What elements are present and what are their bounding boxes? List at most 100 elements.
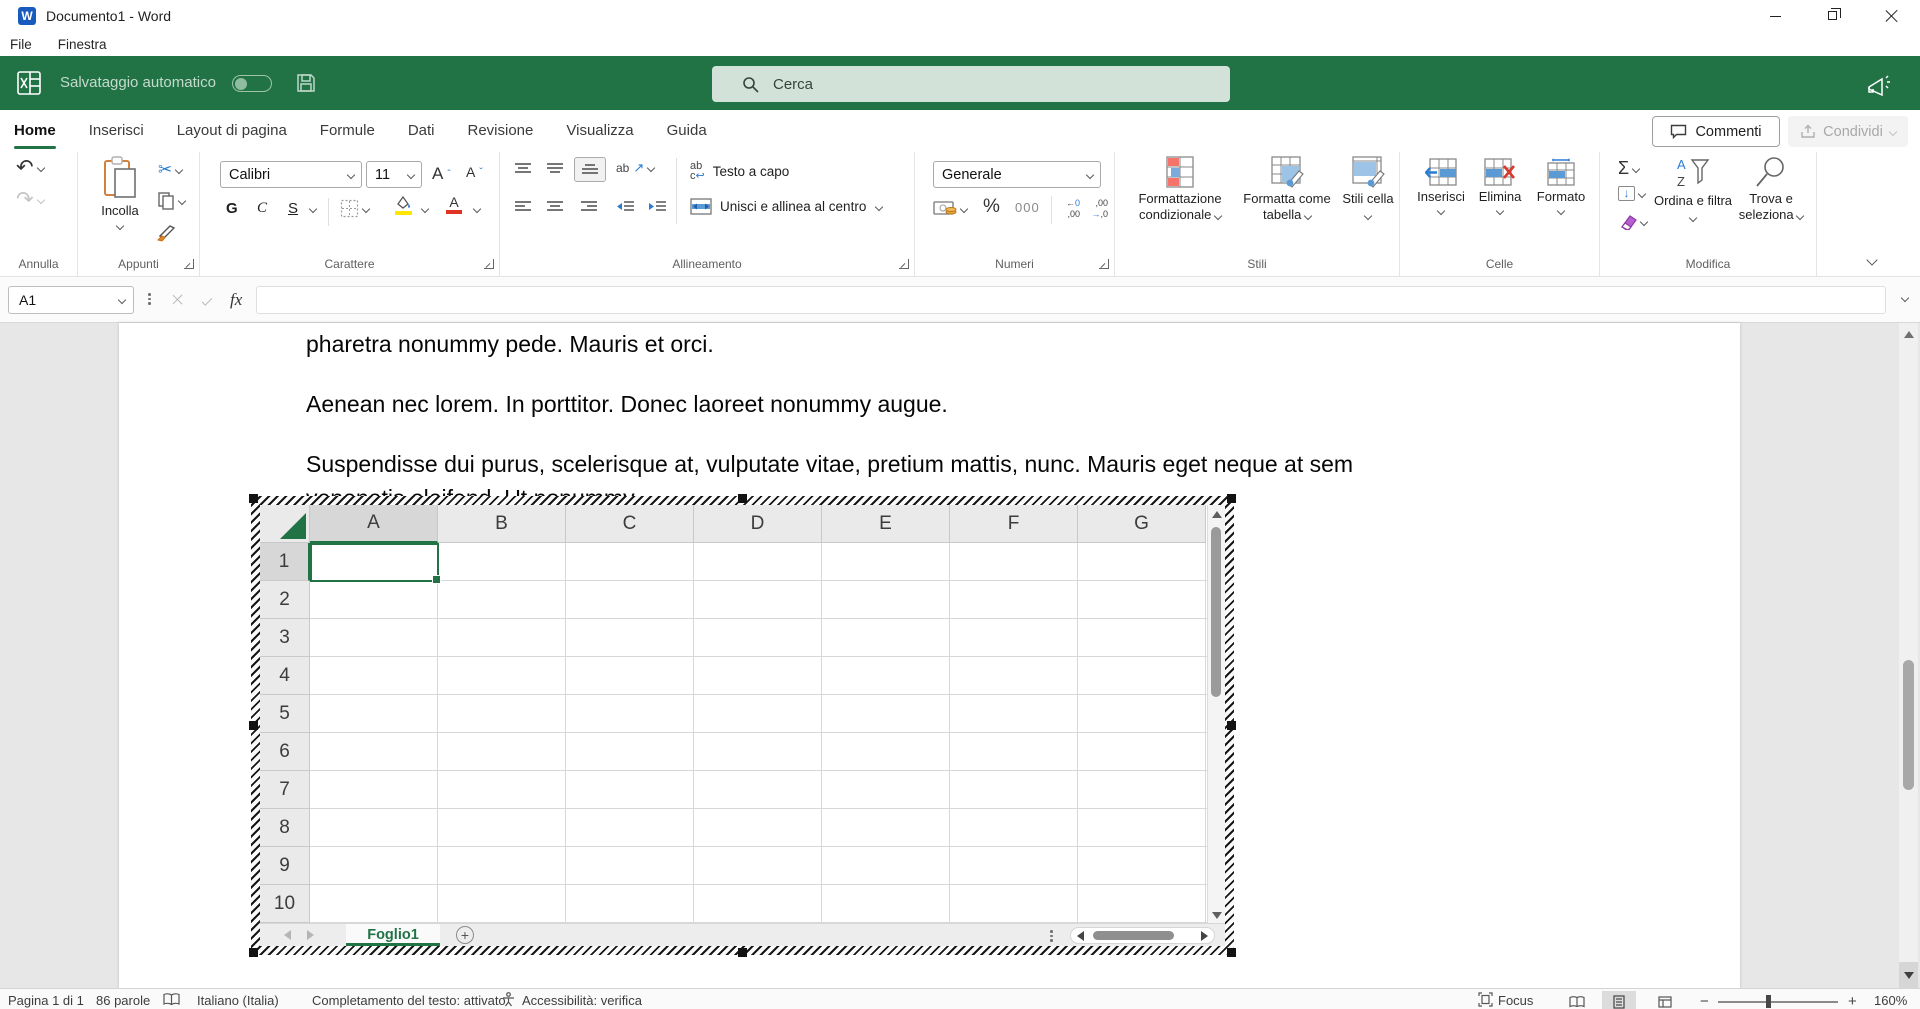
language-indicator[interactable]: Italiano (Italia)	[197, 993, 279, 1008]
row-header-5[interactable]: 5	[260, 695, 310, 733]
font-size-combo[interactable]: 11	[366, 161, 422, 188]
tab-home[interactable]: Home	[14, 110, 56, 152]
row-header-7[interactable]: 7	[260, 771, 310, 809]
sheet-vertical-scrollbar[interactable]	[1207, 505, 1225, 923]
dialog-launcher-icon[interactable]	[184, 259, 194, 269]
font-color-button[interactable]: A	[446, 196, 462, 214]
sheet-grid[interactable]	[310, 543, 1207, 923]
paste-button[interactable]: Incolla	[90, 156, 150, 229]
column-header-g[interactable]: G	[1078, 505, 1206, 543]
scroll-right-arrow-icon[interactable]	[1201, 931, 1208, 941]
increase-decimal-button[interactable]: ←0 ,00	[1059, 197, 1081, 219]
resize-handle[interactable]	[738, 494, 747, 503]
print-layout-view-button[interactable]	[1602, 991, 1636, 1009]
column-header-f[interactable]: F	[950, 505, 1078, 543]
align-bottom-button[interactable]	[574, 157, 606, 182]
autosum-button[interactable]: Σ	[1618, 158, 1639, 179]
next-sheet-arrow-icon[interactable]	[307, 930, 314, 940]
format-as-table-button[interactable]: Formatta come tabella	[1235, 156, 1339, 223]
zoom-percentage[interactable]: 160%	[1874, 993, 1907, 1008]
row-header-3[interactable]: 3	[260, 619, 310, 657]
column-header-d[interactable]: D	[694, 505, 822, 543]
horizontal-scroll-thumb[interactable]	[1093, 931, 1174, 940]
cancel-entry-icon[interactable]	[172, 293, 184, 305]
focus-label[interactable]: Focus	[1498, 993, 1533, 1008]
scroll-up-arrow-icon[interactable]	[1212, 511, 1222, 518]
fill-button[interactable]: ↓	[1618, 186, 1645, 201]
name-box[interactable]: A1	[8, 286, 134, 314]
format-painter-button[interactable]	[156, 222, 178, 242]
zoom-slider[interactable]	[1718, 1001, 1838, 1003]
sheet-tab-foglio1[interactable]: Foglio1	[346, 924, 440, 946]
row-header-6[interactable]: 6	[260, 733, 310, 771]
focus-icon[interactable]	[1478, 992, 1493, 1007]
borders-button[interactable]	[340, 199, 369, 218]
confirm-entry-icon[interactable]	[202, 295, 213, 306]
tab-revisione[interactable]: Revisione	[468, 110, 534, 152]
decrease-decimal-button[interactable]: ,00 →,0	[1087, 197, 1109, 219]
web-layout-view-button[interactable]	[1648, 991, 1682, 1009]
drag-dots-icon[interactable]	[148, 293, 151, 305]
comments-button[interactable]: Commenti	[1652, 116, 1780, 147]
shrink-font-button[interactable]: Aˇ	[466, 164, 483, 180]
sheet-horizontal-scrollbar[interactable]	[1070, 927, 1215, 944]
cell-styles-button[interactable]: Stili cella	[1339, 156, 1397, 223]
align-left-button[interactable]	[514, 200, 532, 213]
autosave-toggle[interactable]	[232, 75, 272, 92]
font-name-combo[interactable]: Calibri	[220, 161, 362, 188]
comma-style-button[interactable]: 000	[1015, 200, 1040, 215]
cut-button[interactable]: ✂	[158, 160, 182, 180]
column-header-e[interactable]: E	[822, 505, 950, 543]
conditional-formatting-button[interactable]: Formattazione condizionale	[1115, 156, 1245, 223]
tab-formule[interactable]: Formule	[320, 110, 375, 152]
dialog-launcher-icon[interactable]	[899, 259, 909, 269]
prev-sheet-arrow-icon[interactable]	[284, 930, 291, 940]
scroll-down-arrow-icon[interactable]	[1212, 912, 1222, 919]
collapse-ribbon-chevron-icon[interactable]	[1866, 254, 1877, 265]
decrease-indent-button[interactable]	[616, 200, 635, 213]
save-icon[interactable]	[296, 73, 316, 93]
tab-guida[interactable]: Guida	[667, 110, 707, 152]
scroll-up-arrow-icon[interactable]	[1904, 331, 1914, 338]
sort-filter-button[interactable]: A Z Ordina e filtra	[1652, 156, 1734, 225]
minimize-button[interactable]	[1746, 0, 1804, 32]
scroll-down-button[interactable]	[1899, 962, 1918, 988]
embedded-excel-object[interactable]: A B C D E F G 1 2 3 4 5 6 7 8 9	[251, 496, 1234, 955]
zoom-in-button[interactable]: +	[1848, 993, 1857, 1009]
resize-handle[interactable]	[1227, 721, 1236, 730]
text-completion-indicator[interactable]: Completamento del testo: attivato	[312, 993, 506, 1008]
increase-indent-button[interactable]	[648, 200, 667, 213]
percent-style-button[interactable]: %	[983, 196, 1000, 218]
row-header-10[interactable]: 10	[260, 885, 310, 923]
wrap-text-button[interactable]: abc↩ Testo a capo	[690, 161, 789, 181]
restore-button[interactable]	[1804, 0, 1862, 32]
align-top-button[interactable]	[514, 162, 532, 175]
row-header-1[interactable]: 1	[260, 543, 310, 581]
expand-formula-bar-chevron-icon[interactable]	[1901, 294, 1909, 302]
underline-button[interactable]: S	[288, 200, 298, 217]
column-header-a[interactable]: A	[310, 505, 438, 543]
insert-cells-button[interactable]: Inserisci	[1410, 158, 1472, 214]
accounting-format-button[interactable]	[933, 200, 967, 217]
page-indicator[interactable]: Pagina 1 di 1	[8, 993, 84, 1008]
zoom-out-button[interactable]: −	[1700, 993, 1709, 1009]
proofing-book-icon[interactable]	[163, 993, 180, 1006]
read-mode-view-button[interactable]	[1560, 991, 1594, 1009]
number-format-combo[interactable]: Generale	[933, 161, 1101, 188]
chevron-down-icon[interactable]	[473, 205, 481, 213]
formula-input[interactable]	[256, 286, 1886, 314]
align-center-button[interactable]	[546, 200, 564, 213]
splitter-dots-icon[interactable]	[1050, 930, 1053, 942]
accessibility-check[interactable]: Accessibilità: verifica	[522, 993, 642, 1008]
row-header-9[interactable]: 9	[260, 847, 310, 885]
resize-handle[interactable]	[1227, 948, 1236, 957]
whats-new-megaphone-icon[interactable]	[1866, 74, 1894, 98]
column-header-b[interactable]: B	[438, 505, 566, 543]
close-button[interactable]	[1862, 0, 1920, 32]
row-header-8[interactable]: 8	[260, 809, 310, 847]
undo-button[interactable]: ↶	[16, 158, 44, 178]
tab-inserisci[interactable]: Inserisci	[89, 110, 144, 152]
align-middle-button[interactable]	[546, 162, 564, 175]
menu-file[interactable]: File	[10, 37, 32, 52]
dialog-launcher-icon[interactable]	[484, 259, 494, 269]
